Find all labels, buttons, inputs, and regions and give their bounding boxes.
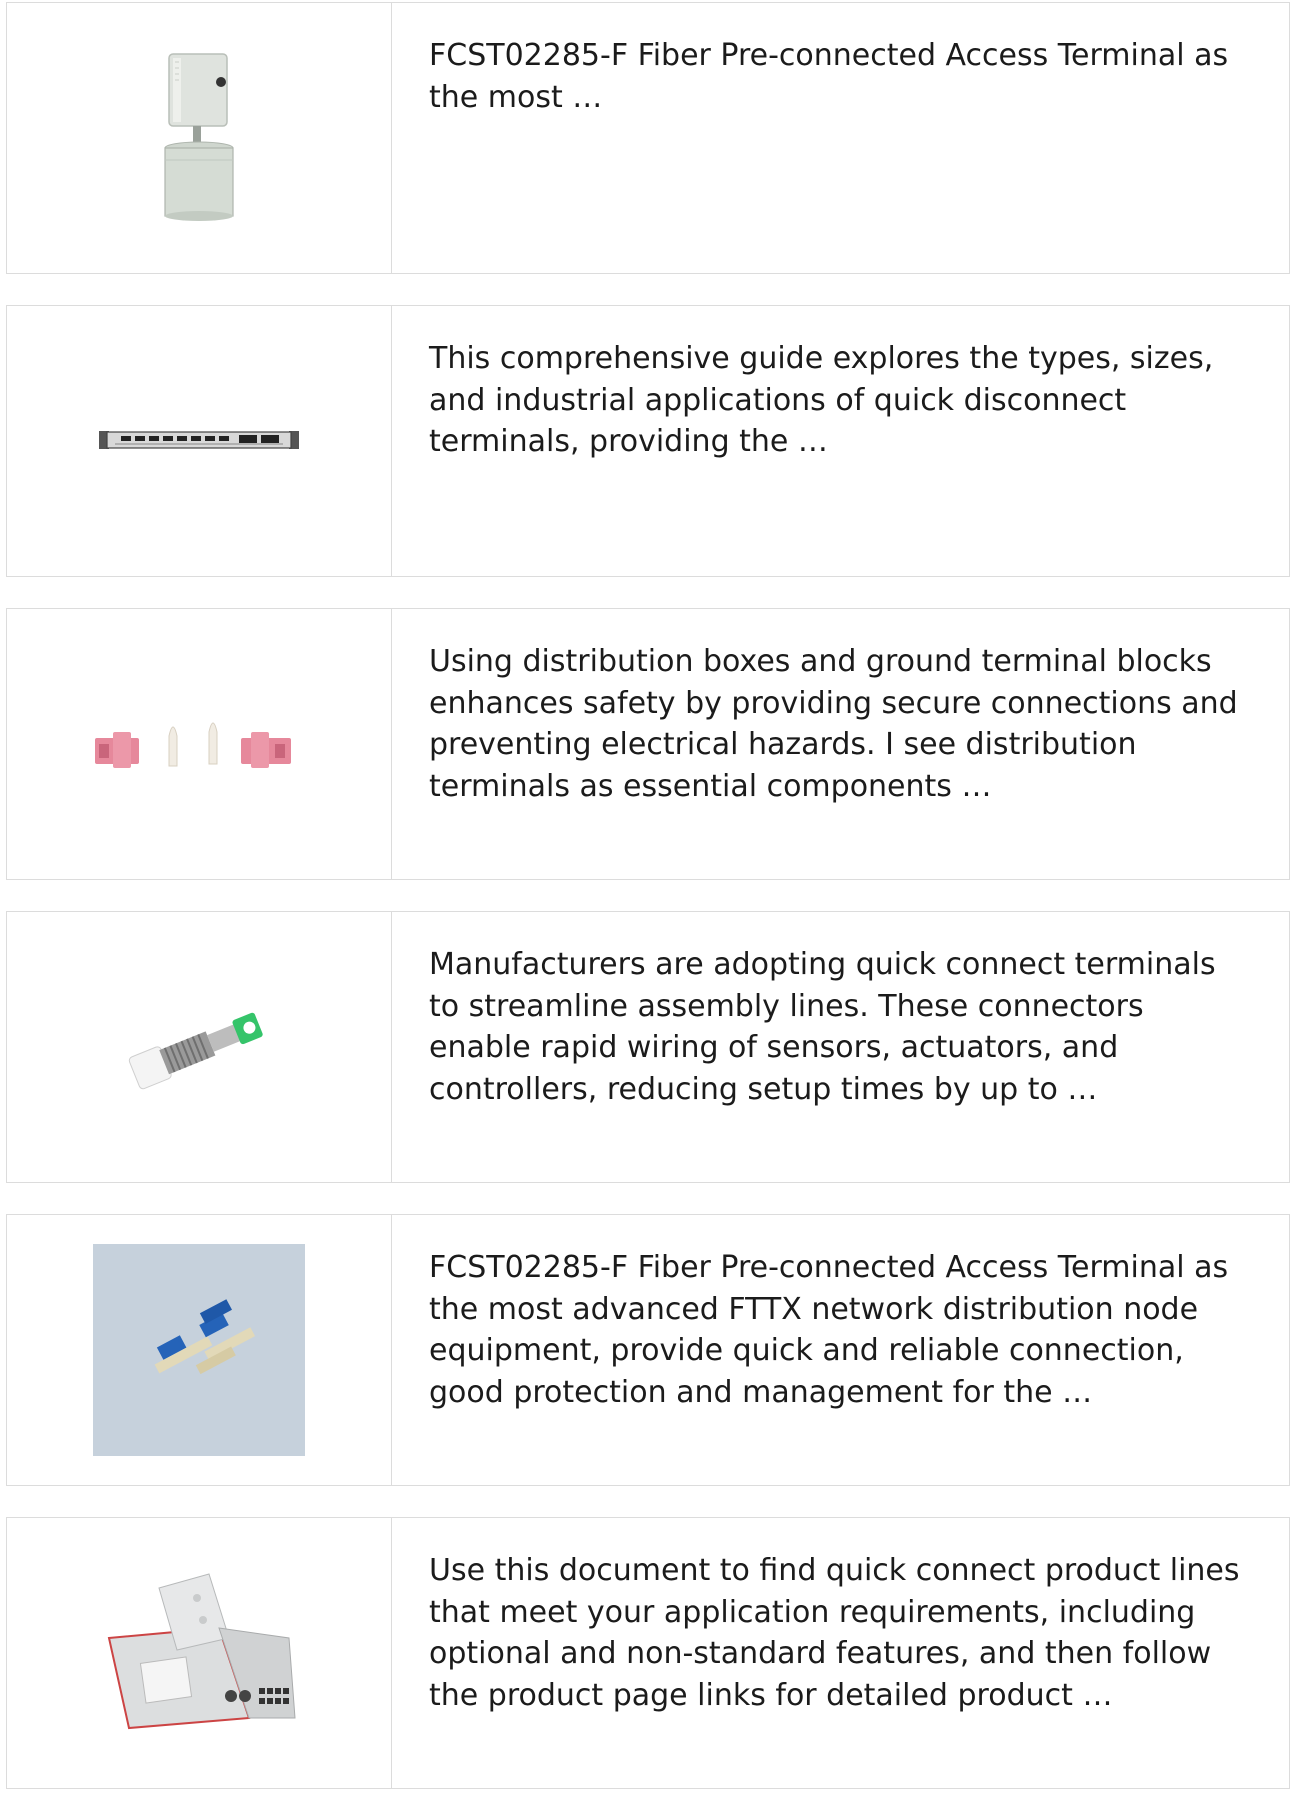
thumbnail[interactable] bbox=[7, 3, 392, 273]
item-description: FCST02285-F Fiber Pre-connected Access T… bbox=[429, 38, 1229, 115]
item-description: Manufacturers are adopting quick connect… bbox=[429, 947, 1216, 1107]
item-description: This comprehensive guide explores the ty… bbox=[429, 341, 1214, 459]
thumbnail[interactable] bbox=[7, 609, 392, 879]
rack-patch-panel-icon bbox=[99, 431, 299, 449]
thumbnail[interactable] bbox=[7, 1518, 392, 1788]
thumbnail[interactable] bbox=[7, 306, 392, 576]
list-item[interactable]: Manufacturers are adopting quick connect… bbox=[6, 911, 1290, 1183]
article-list: FCST02285-F Fiber Pre-connected Access T… bbox=[6, 2, 1290, 1820]
list-item[interactable]: Use this document to find quick connect … bbox=[6, 1517, 1290, 1789]
blue-sc-adapters-icon bbox=[93, 1244, 305, 1456]
item-description: Use this document to find quick connect … bbox=[429, 1553, 1240, 1713]
item-description: Using distribution boxes and ground term… bbox=[429, 644, 1238, 804]
open-distribution-box-icon bbox=[107, 1573, 296, 1730]
list-item[interactable]: FCST02285-F Fiber Pre-connected Access T… bbox=[6, 1214, 1290, 1486]
pink-fiber-adapters-icon bbox=[95, 722, 291, 768]
thumbnail[interactable] bbox=[7, 912, 392, 1182]
thumbnail[interactable] bbox=[7, 1215, 392, 1485]
list-item[interactable]: This comprehensive guide explores the ty… bbox=[6, 305, 1290, 577]
fc-fiber-attenuator-icon bbox=[128, 1012, 263, 1090]
fiber-access-terminal-pole-icon bbox=[164, 53, 234, 221]
list-item[interactable]: FCST02285-F Fiber Pre-connected Access T… bbox=[6, 2, 1290, 274]
item-description: FCST02285-F Fiber Pre-connected Access T… bbox=[429, 1250, 1229, 1410]
list-item[interactable]: Using distribution boxes and ground term… bbox=[6, 608, 1290, 880]
